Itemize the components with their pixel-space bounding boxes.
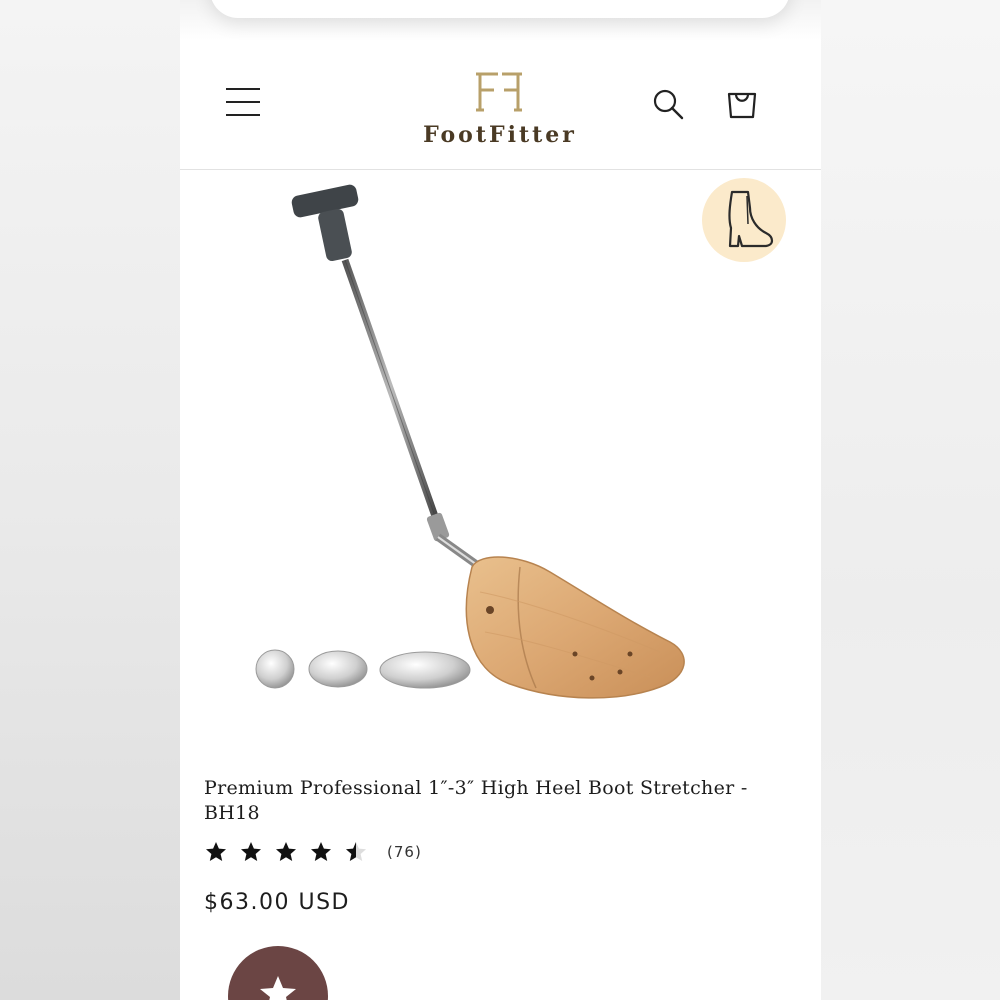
hamburger-menu-icon[interactable] bbox=[226, 88, 260, 118]
reviews-button[interactable] bbox=[228, 946, 328, 1000]
address-bar[interactable] bbox=[210, 0, 790, 18]
background-right bbox=[820, 0, 1000, 1000]
product-price: $63.00 USD bbox=[204, 890, 350, 915]
background-left bbox=[0, 0, 180, 1000]
star-icon bbox=[260, 976, 296, 1000]
site-header: FootFitter bbox=[180, 40, 821, 170]
star-full-icon bbox=[206, 842, 226, 861]
wooden-toe-block bbox=[465, 556, 685, 699]
metal-spot-stretchers bbox=[255, 649, 471, 689]
star-full-icon bbox=[241, 842, 261, 861]
page-viewport: FootFitter Premium Professional 1″-3″ Hi… bbox=[180, 0, 821, 1000]
product-title: Premium Professional 1″-3″ High Heel Boo… bbox=[204, 777, 748, 824]
shopping-bag-icon[interactable] bbox=[724, 86, 760, 122]
star-full-icon bbox=[276, 842, 296, 861]
review-count[interactable]: (76) bbox=[387, 843, 422, 861]
stretcher-handle bbox=[291, 184, 359, 262]
category-badge[interactable] bbox=[702, 178, 786, 262]
product-rating[interactable]: (76) bbox=[204, 839, 422, 865]
logo-text: FootFitter bbox=[423, 122, 577, 148]
star-full-icon bbox=[311, 842, 331, 861]
search-icon[interactable] bbox=[650, 86, 686, 122]
site-logo[interactable]: FootFitter bbox=[390, 68, 610, 148]
high-heel-boot-icon bbox=[728, 190, 774, 248]
stretcher-joint bbox=[426, 512, 483, 571]
star-half-icon bbox=[346, 842, 366, 861]
logo-monogram-icon bbox=[476, 72, 522, 112]
